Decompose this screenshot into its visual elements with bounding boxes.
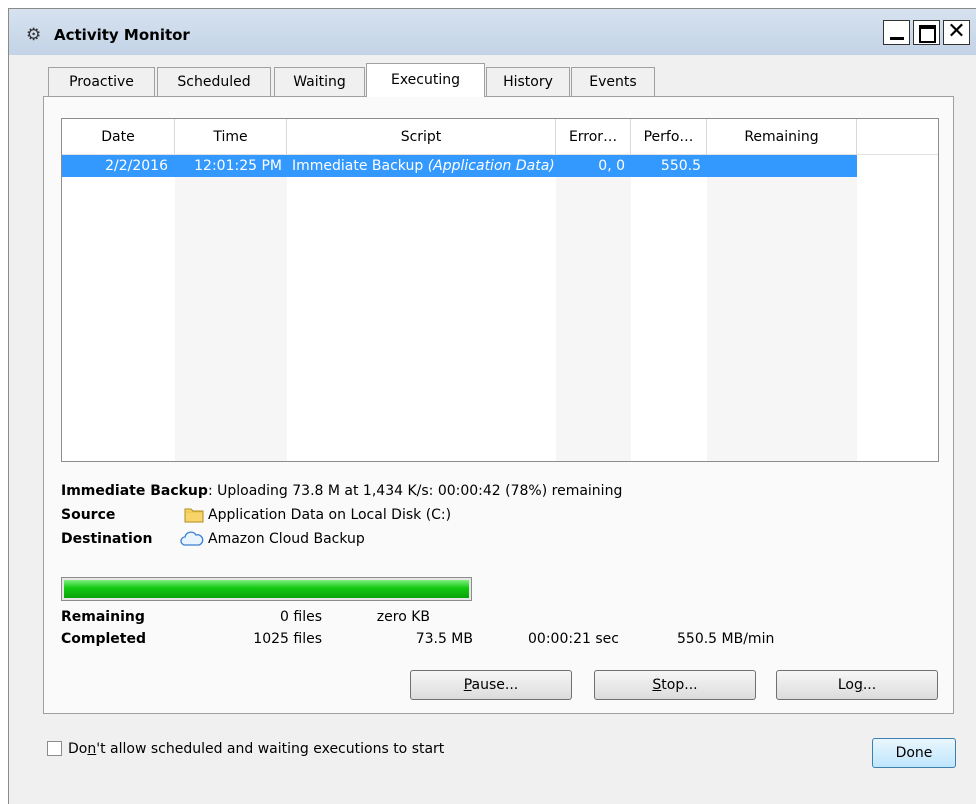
checkbox-mnemonic: n bbox=[87, 741, 97, 757]
script-set: (Application Data) bbox=[427, 158, 555, 174]
tab-history[interactable]: History bbox=[486, 67, 570, 96]
cell-time: 12:01:25 PM bbox=[194, 158, 282, 174]
completed-size: 73.5 MB bbox=[415, 631, 473, 647]
destination-value: Amazon Cloud Backup bbox=[208, 531, 365, 547]
tab-proactive[interactable]: Proactive bbox=[48, 67, 155, 96]
script-name: Immediate Backup bbox=[292, 158, 424, 174]
folder-icon bbox=[184, 506, 204, 527]
stop-label: top... bbox=[661, 677, 698, 693]
column-header-date[interactable]: Date bbox=[62, 119, 175, 155]
column-header-filler bbox=[857, 119, 938, 155]
column-shade bbox=[707, 155, 857, 461]
progress-bar bbox=[61, 577, 472, 601]
maximize-button[interactable] bbox=[913, 20, 940, 45]
remaining-files: 0 files bbox=[280, 609, 322, 625]
done-button[interactable]: Done bbox=[872, 738, 956, 768]
window-title: Activity Monitor bbox=[54, 26, 190, 44]
dont-allow-checkbox[interactable] bbox=[47, 741, 62, 756]
close-icon: ✕ bbox=[947, 19, 966, 44]
status-line: Immediate Backup: Uploading 73.8 M at 1,… bbox=[61, 481, 622, 501]
completed-label: Completed bbox=[61, 631, 147, 647]
completed-files: 1025 files bbox=[253, 631, 322, 647]
status-task: Immediate Backup bbox=[61, 483, 208, 499]
dont-allow-label[interactable]: Don't allow scheduled and waiting execut… bbox=[68, 739, 444, 759]
gear-icon: ⚙ bbox=[26, 25, 42, 45]
tab-executing[interactable]: Executing bbox=[366, 63, 485, 97]
pause-button[interactable]: Pause... bbox=[410, 670, 572, 700]
remaining-size: zero KB bbox=[376, 609, 430, 625]
column-header-script[interactable]: Script bbox=[287, 119, 556, 155]
log-mnemonic: g bbox=[853, 677, 863, 693]
pause-label: ause... bbox=[471, 677, 519, 693]
destination-label: Destination bbox=[61, 531, 153, 547]
cloud-icon bbox=[180, 530, 204, 551]
source-value: Application Data on Local Disk (C:) bbox=[208, 507, 452, 523]
progress-fill bbox=[64, 580, 469, 598]
column-header-performance[interactable]: Perfo… bbox=[631, 119, 707, 155]
column-header-remaining[interactable]: Remaining bbox=[707, 119, 857, 155]
column-shade bbox=[556, 155, 631, 461]
cell-errors: 0, 0 bbox=[598, 158, 625, 174]
cell-performance: 550.5 bbox=[660, 158, 701, 174]
cell-date: 2/2/2016 bbox=[105, 158, 168, 174]
tab-waiting[interactable]: Waiting bbox=[274, 67, 365, 96]
cell-script: Immediate Backup (Application Data) bbox=[292, 155, 555, 177]
close-button[interactable]: ✕ bbox=[943, 20, 970, 45]
column-header-time[interactable]: Time bbox=[175, 119, 287, 155]
log-label-end: ... bbox=[862, 677, 877, 693]
pause-mnemonic: P bbox=[463, 677, 472, 693]
table-row[interactable]: 2/2/2016 12:01:25 PM Immediate Backup (A… bbox=[62, 155, 857, 177]
executions-table[interactable]: Date Time Script Error… Perfo… Remaining… bbox=[61, 118, 939, 462]
remaining-label: Remaining bbox=[61, 609, 145, 625]
source-label: Source bbox=[61, 507, 116, 523]
log-button[interactable]: Log... bbox=[776, 670, 938, 700]
checkbox-label-end: 't allow scheduled and waiting execution… bbox=[96, 741, 445, 757]
completed-rate: 550.5 MB/min bbox=[677, 631, 775, 647]
tab-scheduled[interactable]: Scheduled bbox=[157, 67, 271, 96]
log-label-start: Lo bbox=[837, 677, 854, 693]
tab-events[interactable]: Events bbox=[571, 67, 655, 96]
stop-button[interactable]: Stop... bbox=[594, 670, 756, 700]
minimize-button[interactable] bbox=[883, 20, 910, 45]
column-shade bbox=[175, 155, 287, 461]
checkbox-label-start: Do bbox=[68, 741, 88, 757]
stop-mnemonic: S bbox=[652, 677, 662, 693]
completed-time: 00:00:21 sec bbox=[528, 631, 619, 647]
status-message: : Uploading 73.8 M at 1,434 K/s: 00:00:4… bbox=[207, 483, 623, 499]
column-header-errors[interactable]: Error… bbox=[556, 119, 631, 155]
cell-remaining bbox=[707, 155, 857, 177]
